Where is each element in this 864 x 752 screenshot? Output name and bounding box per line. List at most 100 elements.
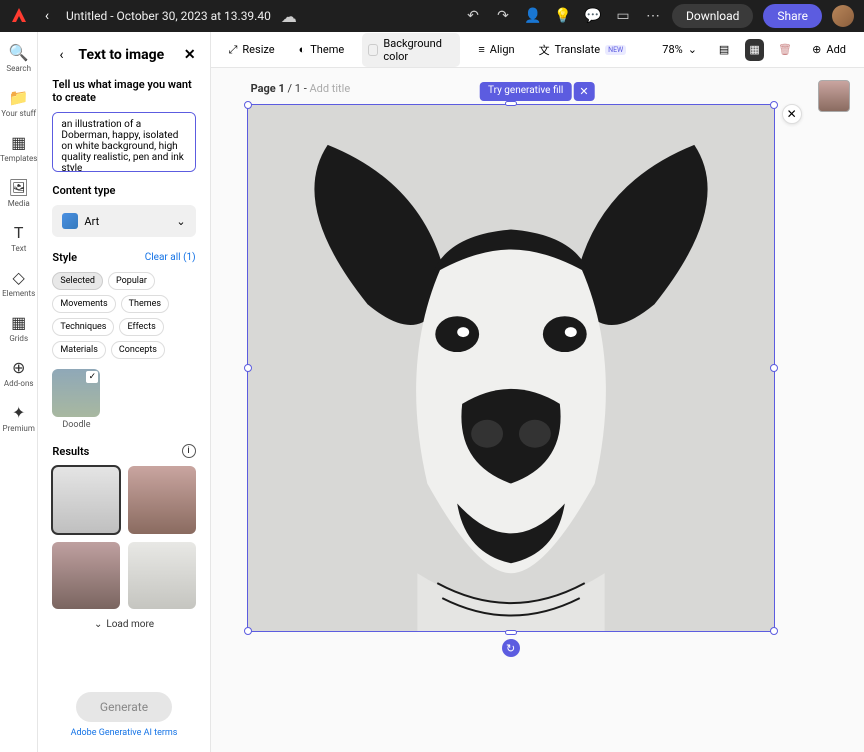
info-icon[interactable]: i (182, 444, 196, 458)
panel-close-icon[interactable]: ✕ (184, 47, 196, 63)
gen-fill-close[interactable]: ✕ (573, 82, 594, 101)
load-more[interactable]: ⌄Load more (52, 619, 195, 630)
generate-button[interactable]: Generate (76, 692, 172, 722)
user-icon[interactable]: 👤 (524, 7, 542, 25)
result-1[interactable] (52, 466, 120, 534)
chip-selected[interactable]: Selected (52, 272, 103, 290)
results-heading: Results (52, 445, 89, 458)
swatch-icon (368, 44, 378, 56)
rail-icon: ▦ (9, 132, 29, 152)
theme-icon: ◐ (299, 43, 306, 56)
panel-title: Text to image (78, 47, 164, 63)
add-button[interactable]: ⊕Add (806, 39, 852, 60)
rail-templates[interactable]: ▦ Templates (0, 132, 37, 163)
result-3[interactable] (52, 542, 120, 610)
chip-techniques[interactable]: Techniques (52, 318, 114, 336)
rail-icon: ▦ (9, 312, 29, 332)
handle-bl[interactable] (244, 627, 252, 635)
rail-label: Templates (0, 154, 37, 163)
rail-search[interactable]: 🔍Search (6, 42, 31, 73)
download-button[interactable]: Download (672, 4, 753, 28)
rail-elements[interactable]: ◇ Elements (2, 267, 35, 298)
handle-b[interactable] (505, 630, 517, 635)
regenerate-icon[interactable]: ↻ (502, 639, 520, 657)
rail-label: Add-ons (4, 379, 34, 388)
theme-button[interactable]: ◐Theme (293, 39, 351, 60)
more-icon[interactable]: ⋯ (644, 7, 662, 25)
chip-concepts[interactable]: Concepts (111, 341, 165, 359)
check-icon: ✓ (86, 371, 98, 383)
handle-br[interactable] (770, 627, 778, 635)
app-logo[interactable] (10, 7, 28, 25)
rail-label: Media (8, 199, 30, 208)
rail-your-stuff[interactable]: 📁 Your stuff (1, 87, 36, 118)
chip-effects[interactable]: Effects (119, 318, 163, 336)
rail-add-ons[interactable]: ⊕Add-ons (4, 357, 34, 388)
prompt-input[interactable] (52, 112, 195, 172)
resize-button[interactable]: ⤢Resize (223, 39, 281, 61)
content-type-heading: Content type (52, 184, 195, 197)
content-type-select[interactable]: Art ⌄ (52, 205, 195, 237)
handle-tl[interactable] (244, 101, 252, 109)
rail-nav: 🔍Search 📁 Your stuff ▦ Templates 🖼 Media TText ◇… (0, 32, 38, 752)
bgcolor-button[interactable]: Background color (362, 33, 460, 67)
chevron-down-icon: ⌄ (688, 43, 697, 56)
align-icon: ≡ (478, 43, 484, 56)
zoom-dropdown[interactable]: 78%⌄ (656, 39, 703, 60)
delete-icon[interactable]: 🗑 (776, 39, 794, 61)
chip-movements[interactable]: Movements (52, 295, 115, 313)
page-info[interactable]: Page 1 / 1 - Add title (251, 82, 351, 95)
rail-icon: 🖼 (9, 177, 29, 197)
rail-grids[interactable]: ▦ Grids (9, 312, 29, 343)
rail-label: Text (11, 244, 26, 253)
chevron-down-icon: ⌄ (176, 215, 185, 228)
rail-icon: 📁 (9, 87, 29, 107)
translate-button[interactable]: 文TranslateNEW (533, 38, 633, 62)
align-button[interactable]: ≡Align (472, 39, 520, 60)
handle-tr[interactable] (770, 101, 778, 109)
layers-icon[interactable]: ▤ (715, 39, 733, 61)
clear-all-link[interactable]: Clear all (1) (145, 252, 196, 263)
translate-icon: 文 (539, 42, 550, 58)
rail-media[interactable]: 🖼 Media (8, 177, 30, 208)
rail-premium[interactable]: ✦Premium (3, 402, 35, 433)
handle-l[interactable] (244, 364, 252, 372)
selection[interactable]: ↻ ✕ (247, 104, 775, 632)
share-button[interactable]: Share (763, 4, 822, 28)
rail-icon: 🔍 (9, 42, 29, 62)
panel-back-icon[interactable]: ‹ (52, 46, 70, 64)
art-icon (62, 213, 78, 229)
help-icon[interactable]: 💡 (554, 7, 572, 25)
deselect-icon[interactable]: ✕ (782, 104, 802, 124)
handle-t[interactable] (505, 101, 517, 106)
handle-r[interactable] (770, 364, 778, 372)
rail-label: Your stuff (1, 109, 36, 118)
chip-materials[interactable]: Materials (52, 341, 105, 359)
page-thumbnail[interactable] (818, 80, 850, 112)
resize-icon: ⤢ (229, 43, 238, 57)
view-mode-icon[interactable]: ▦ (745, 39, 763, 61)
chip-themes[interactable]: Themes (121, 295, 169, 313)
result-4[interactable] (128, 542, 196, 610)
doc-title: Untitled - October 30, 2023 at 13.39.40 (66, 9, 271, 23)
result-2[interactable] (128, 466, 196, 534)
comment-icon[interactable]: 💬 (584, 7, 602, 25)
undo-icon[interactable]: ↶ (464, 7, 482, 25)
style-thumb-label: Doodle (52, 420, 100, 430)
style-chips: Selected Popular Movements Themes Techniques… (52, 272, 195, 359)
present-icon[interactable]: ▭ (614, 7, 632, 25)
rail-icon: ◇ (9, 267, 29, 287)
rail-text[interactable]: TText (9, 222, 29, 253)
rail-icon: ✦ (9, 402, 29, 422)
redo-icon[interactable]: ↷ (494, 7, 512, 25)
avatar[interactable] (832, 5, 854, 27)
rail-label: Grids (9, 334, 28, 343)
back-icon[interactable]: ‹ (38, 7, 56, 25)
style-thumb-doodle[interactable]: ✓ Doodle (52, 369, 100, 430)
gen-fill-toast[interactable]: Try generative fill (480, 82, 571, 101)
add-title[interactable]: Add title (309, 82, 350, 95)
chevron-down-icon: ⌄ (94, 619, 102, 630)
terms-link[interactable]: Adobe Generative AI terms (71, 728, 178, 738)
chip-popular[interactable]: Popular (108, 272, 155, 290)
rail-label: Elements (2, 289, 35, 298)
